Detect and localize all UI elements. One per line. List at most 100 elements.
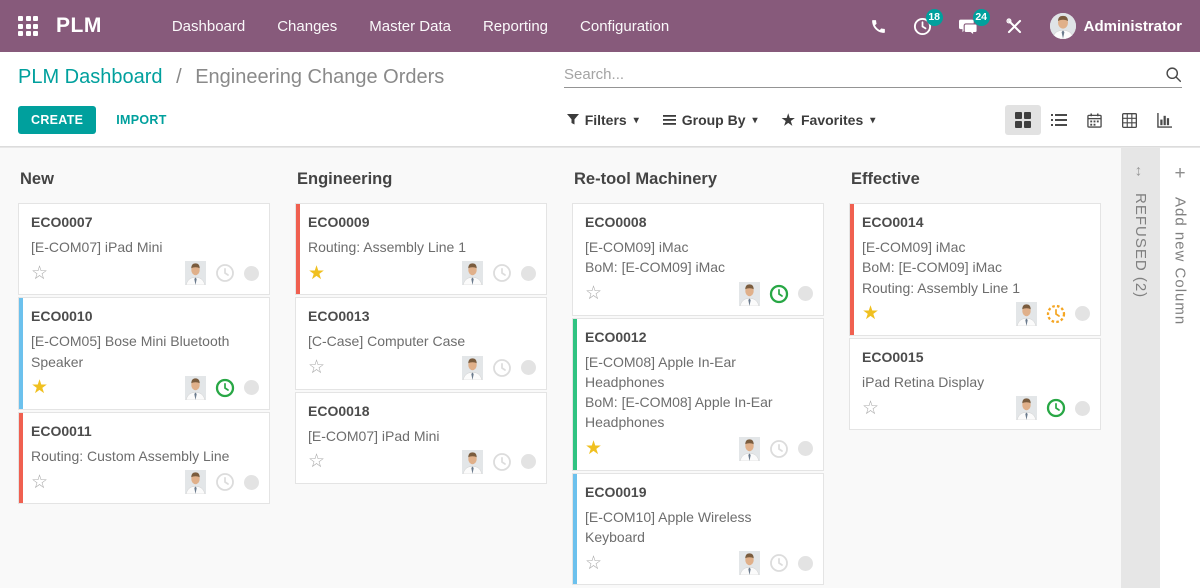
assignee-avatar <box>185 261 206 285</box>
folded-column-refused[interactable]: ↔ REFUSED (2) <box>1121 148 1160 588</box>
menu-configuration[interactable]: Configuration <box>566 10 683 43</box>
priority-star-icon[interactable]: ★ <box>308 264 325 283</box>
kanban-state-dot[interactable] <box>521 360 536 375</box>
graph-view-button[interactable] <box>1147 106 1182 135</box>
activity-clock-icon[interactable] <box>492 263 512 283</box>
menu-changes[interactable]: Changes <box>263 10 351 43</box>
favorites-dropdown[interactable]: ★ Favorites ▾ <box>782 111 876 129</box>
page-title: Engineering Change Orders <box>195 66 444 88</box>
card-footer: ★ <box>585 436 813 462</box>
kanban-card[interactable]: ECO0009 Routing: Assembly Line 1 ★ <box>295 203 547 295</box>
priority-star-icon[interactable]: ☆ <box>585 284 602 303</box>
activity-clock-icon[interactable] <box>215 472 235 492</box>
menu-reporting[interactable]: Reporting <box>469 10 562 43</box>
priority-star-icon[interactable]: ☆ <box>308 358 325 377</box>
kanban-column: New ECO0007[E-COM07] iPad Mini☆ ECO0010[E… <box>18 160 270 587</box>
activity-clock-icon[interactable] <box>769 284 789 304</box>
kanban-card[interactable]: ECO0019[E-COM10] Apple Wireless Keyboard… <box>572 473 824 586</box>
messages-icon[interactable]: 24 <box>958 17 979 36</box>
activities-clock-icon[interactable]: 18 <box>913 17 932 36</box>
add-new-column-label: Add new Column <box>1172 197 1189 325</box>
column-title[interactable]: Effective <box>851 170 1101 189</box>
pivot-view-button[interactable] <box>1112 106 1147 135</box>
menu-master-data[interactable]: Master Data <box>355 10 465 43</box>
column-title[interactable]: New <box>20 170 270 189</box>
user-name: Administrator <box>1084 18 1182 35</box>
phone-icon[interactable] <box>870 18 887 35</box>
kanban-card[interactable]: ECO0013[C-Case] Computer Case☆ <box>295 297 547 389</box>
activity-clock-icon[interactable] <box>1046 398 1066 418</box>
app-title[interactable]: PLM <box>56 14 102 38</box>
kanban-state-dot[interactable] <box>798 441 813 456</box>
kanban-state-dot[interactable] <box>1075 306 1090 321</box>
column-title[interactable]: Engineering <box>297 170 547 189</box>
activity-clock-icon[interactable] <box>215 263 235 283</box>
kanban-card[interactable]: ECO0011Routing: Custom Assembly Line☆ <box>18 412 270 504</box>
chevron-down-icon: ▾ <box>753 115 758 126</box>
search-input[interactable] <box>564 66 1165 83</box>
card-description: [E-COM10] Apple Wireless Keyboard <box>585 507 813 548</box>
kanban-state-dot[interactable] <box>244 380 259 395</box>
filters-dropdown[interactable]: Filters ▾ <box>567 112 639 128</box>
activity-clock-icon[interactable] <box>1046 304 1066 324</box>
priority-star-icon[interactable]: ★ <box>31 378 48 397</box>
kanban-card[interactable]: ECO0008[E-COM09] iMacBoM: [E-COM09] iMac… <box>572 203 824 316</box>
kanban-card[interactable]: ECO0014[E-COM09] iMacBoM: [E-COM09] iMac… <box>849 203 1101 336</box>
kanban-state-dot[interactable] <box>521 454 536 469</box>
kanban-view-button[interactable] <box>1005 105 1041 135</box>
priority-star-icon[interactable]: ☆ <box>308 452 325 471</box>
card-reference: ECO0012 <box>585 329 813 345</box>
kanban-card[interactable]: ECO0007[E-COM07] iPad Mini☆ <box>18 203 270 295</box>
kanban-state-dot[interactable] <box>1075 401 1090 416</box>
priority-star-icon[interactable]: ☆ <box>585 554 602 573</box>
kanban-state-dot[interactable] <box>798 286 813 301</box>
card-reference: ECO0010 <box>31 308 259 324</box>
kanban-board: NewECO0007[E-COM07] iPad Mini☆ ECO0010[E… <box>0 148 1200 587</box>
menu-dashboard[interactable]: Dashboard <box>158 10 259 43</box>
assignee-avatar <box>185 376 206 400</box>
card-color-bar <box>19 298 23 409</box>
breadcrumb-parent[interactable]: PLM Dashboard <box>18 66 163 88</box>
activity-clock-icon[interactable] <box>492 452 512 472</box>
add-new-column-button[interactable]: + Add new Column <box>1160 148 1200 588</box>
card-reference: ECO0009 <box>308 214 536 230</box>
kanban-state-dot[interactable] <box>244 475 259 490</box>
kanban-card[interactable]: ECO0015iPad Retina Display☆ <box>849 338 1101 430</box>
card-footer: ☆ <box>308 355 536 381</box>
main-menu: Dashboard Changes Master Data Reporting … <box>158 10 683 43</box>
priority-star-icon[interactable]: ☆ <box>31 264 48 283</box>
card-footer: ☆ <box>308 449 536 475</box>
column-title[interactable]: Re-tool Machinery <box>574 170 824 189</box>
list-view-button[interactable] <box>1041 106 1077 134</box>
priority-star-icon[interactable]: ☆ <box>31 473 48 492</box>
activity-clock-icon[interactable] <box>492 358 512 378</box>
search-icon[interactable] <box>1165 66 1182 83</box>
priority-star-icon[interactable]: ☆ <box>862 399 879 418</box>
priority-star-icon[interactable]: ★ <box>585 439 602 458</box>
assignee-avatar <box>739 551 760 575</box>
import-button[interactable]: IMPORT <box>116 113 166 127</box>
user-menu[interactable]: Administrator <box>1050 13 1182 39</box>
kanban-state-dot[interactable] <box>244 266 259 281</box>
kanban-state-dot[interactable] <box>521 266 536 281</box>
kanban-card[interactable]: ECO0010[E-COM05] Bose Mini Bluetooth Spe… <box>18 297 270 410</box>
kanban-column: Engineering ECO0009 Routing: Assembly Line… <box>295 160 547 587</box>
priority-star-icon[interactable]: ★ <box>862 304 879 323</box>
unfold-arrows-icon: ↔ <box>1132 164 1149 179</box>
tools-icon[interactable] <box>1005 17 1024 36</box>
apps-menu-icon[interactable] <box>18 16 38 36</box>
group-by-dropdown[interactable]: Group By ▾ <box>663 112 758 128</box>
calendar-view-button[interactable] <box>1077 106 1112 135</box>
activity-clock-icon[interactable] <box>769 439 789 459</box>
activity-clock-icon[interactable] <box>215 378 235 398</box>
activity-clock-icon[interactable] <box>769 553 789 573</box>
card-reference: ECO0011 <box>31 423 259 439</box>
card-description: [E-COM08] Apple In-Ear Headphones <box>585 352 813 393</box>
kanban-state-dot[interactable] <box>798 556 813 571</box>
card-description: [C-Case] Computer Case <box>308 331 536 351</box>
kanban-card[interactable]: ECO0018[E-COM07] iPad Mini☆ <box>295 392 547 484</box>
create-button[interactable]: CREATE <box>18 106 96 134</box>
kanban-card[interactable]: ECO0012 [E-COM08] Apple In-Ear Headphones… <box>572 318 824 471</box>
card-description: Routing: Assembly Line 1 <box>308 237 536 257</box>
card-reference: ECO0018 <box>308 403 536 419</box>
